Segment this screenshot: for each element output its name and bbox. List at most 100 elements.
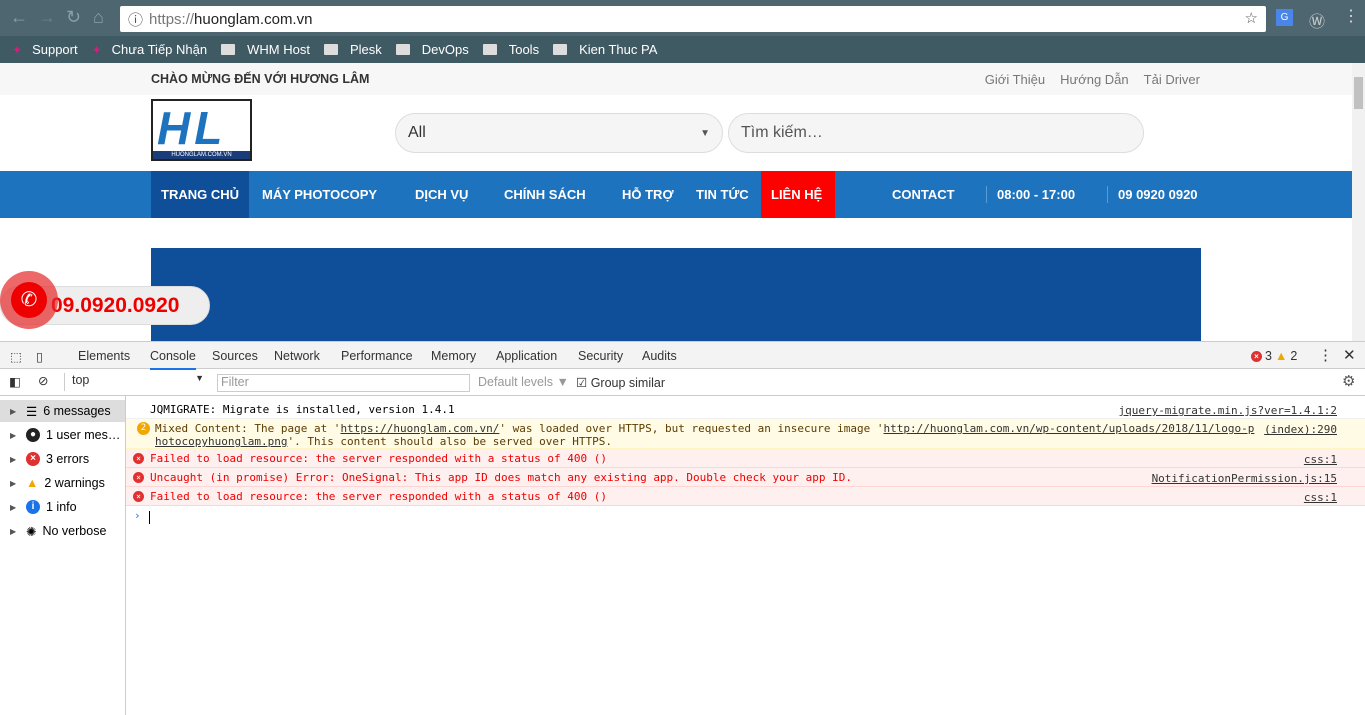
main-menu: TRANG CHỦ MÁY PHOTOCOPY DỊCH VỤ CHÍNH SÁ… — [0, 171, 1352, 218]
tab-network[interactable]: Network — [274, 349, 320, 363]
menu-trang-chu[interactable]: TRANG CHỦ — [151, 171, 249, 218]
back-icon[interactable]: ← — [10, 7, 28, 28]
search-input[interactable]: Tìm kiếm… — [728, 113, 1144, 153]
site-logo[interactable]: HL HUONGLAM.COM.VN — [151, 99, 252, 161]
chevron-down-icon: ▼ — [195, 373, 204, 383]
web-page: CHÀO MỪNG ĐẾN VỚI HƯƠNG LÂM Giới Thiệu H… — [0, 63, 1352, 341]
sidebar-item-messages[interactable]: ▶ ☰ 6 messages — [0, 400, 125, 422]
user-icon: ● — [26, 428, 40, 442]
phone-icon: ✆ — [11, 282, 47, 318]
error-icon: × — [133, 472, 144, 483]
address-bar[interactable]: ⓘ https://huonglam.com.vn ☆ — [120, 6, 1266, 32]
image-link[interactable]: http://huonglam.com.vn/wp-content/upload… — [884, 422, 1255, 435]
folder-icon — [395, 44, 410, 55]
console-sidebar: ▶ ☰ 6 messages ▶ ● 1 user mes… ▶ × 3 errors ▶ ▲… — [0, 396, 126, 715]
image-link-continued[interactable]: hotocopyhuonglam.png — [155, 435, 287, 448]
bookmark-devops[interactable]: DevOps — [395, 42, 469, 57]
bookmark-tools[interactable]: Tools — [482, 42, 539, 57]
folder-icon — [482, 44, 497, 55]
console-prompt[interactable]: › — [126, 506, 1365, 715]
device-toggle-icon[interactable]: ▯ — [36, 349, 43, 364]
tab-memory[interactable]: Memory — [431, 349, 476, 363]
console-error-message: × Uncaught (in promise) Error: OneSignal:… — [126, 468, 1365, 487]
support-icon: ✦ — [12, 42, 23, 57]
tab-security[interactable]: Security — [578, 349, 623, 363]
devtools-panel: ⬚ ▯ Elements Console Sources Network Per… — [0, 341, 1365, 715]
context-select[interactable]: top ▼ — [64, 373, 204, 391]
chevron-down-icon: ▼ — [700, 127, 710, 139]
sidebar-item-warnings[interactable]: ▶ ▲ 2 warnings — [0, 472, 125, 494]
sidebar-item-user-messages[interactable]: ▶ ● 1 user mes… — [0, 424, 125, 446]
tab-application[interactable]: Application — [496, 349, 557, 363]
warning-count-badge: 2 — [137, 422, 150, 435]
tab-performance[interactable]: Performance — [341, 349, 413, 363]
menu-phone[interactable]: 09 0920 0920 — [1107, 186, 1208, 203]
source-link[interactable]: (index):290 — [1264, 423, 1337, 436]
bookmark-star-icon[interactable]: ☆ — [1245, 9, 1258, 27]
menu-ho-tro[interactable]: HỖ TRỢ — [612, 171, 684, 218]
list-icon: ☰ — [26, 404, 38, 419]
source-link[interactable]: NotificationPermission.js:15 — [1152, 472, 1337, 485]
error-icon: × — [133, 491, 144, 502]
forward-icon[interactable]: → — [38, 7, 56, 28]
group-similar-checkbox[interactable]: ☑ Group similar — [576, 375, 665, 390]
source-link[interactable]: jquery-migrate.min.js?ver=1.4.1:2 — [1118, 404, 1337, 417]
bookmark-support[interactable]: ✦ Support — [12, 42, 78, 57]
tab-audits[interactable]: Audits — [642, 349, 677, 363]
category-select[interactable]: All ▼ — [395, 113, 723, 153]
inspect-icon[interactable]: ⬚ — [10, 349, 22, 364]
link-gioi-thieu[interactable]: Giới Thiệu — [985, 72, 1045, 87]
source-link[interactable]: css:1 — [1304, 491, 1337, 504]
menu-tin-tuc[interactable]: TIN TỨC — [686, 171, 759, 218]
console-messages: JQMIGRATE: Migrate is installed, version… — [126, 396, 1365, 715]
welcome-text: CHÀO MỪNG ĐẾN VỚI HƯƠNG LÂM — [151, 72, 370, 86]
banner — [151, 248, 1201, 341]
translate-extension-icon[interactable]: G — [1276, 9, 1293, 26]
page-link[interactable]: https://huonglam.com.vn/ — [340, 422, 499, 435]
clear-console-icon[interactable]: ⊘ — [38, 373, 48, 388]
bug-icon: ✺ — [26, 524, 37, 539]
menu-chinh-sach[interactable]: CHÍNH SÁCH — [494, 171, 596, 218]
link-tai-driver[interactable]: Tải Driver — [1144, 72, 1200, 87]
browser-toolbar: ← → ↻ ⌂ ⓘ https://huonglam.com.vn ☆ G Ⓦ … — [0, 0, 1365, 36]
bookmark-whm-host[interactable]: WHM Host — [221, 42, 310, 57]
tab-elements[interactable]: Elements — [78, 349, 130, 363]
folder-icon — [323, 44, 338, 55]
home-icon[interactable]: ⌂ — [93, 7, 104, 28]
menu-hours: 08:00 - 17:00 — [986, 186, 1085, 203]
scrollbar-thumb[interactable] — [1354, 77, 1363, 109]
sidebar-item-info[interactable]: ▶ i 1 info — [0, 496, 125, 518]
bookmark-plesk[interactable]: Plesk — [323, 42, 382, 57]
menu-icon[interactable]: ⋮ — [1343, 6, 1359, 26]
folder-icon — [553, 44, 568, 55]
menu-dich-vu[interactable]: DỊCH VỤ — [405, 171, 478, 218]
reload-icon[interactable]: ↻ — [66, 7, 81, 28]
page-scrollbar[interactable] — [1352, 63, 1365, 341]
bookmark-chua-tiep-nhan[interactable]: ✦ Chưa Tiếp Nhận — [92, 42, 208, 57]
wordpress-extension-icon[interactable]: Ⓦ — [1309, 8, 1325, 32]
menu-may-photocopy[interactable]: MÁY PHOTOCOPY — [252, 171, 387, 218]
error-icon: × — [26, 452, 40, 466]
close-icon[interactable]: ✕ — [1343, 346, 1356, 364]
issue-counter[interactable]: × 3 ▲ 2 — [1251, 349, 1297, 363]
text-cursor — [149, 511, 150, 524]
hotline-circle[interactable]: ✆ — [0, 271, 58, 329]
filter-input[interactable]: Filter — [217, 374, 470, 392]
sidebar-toggle-icon[interactable]: ◧ — [9, 374, 21, 389]
bookmark-kien-thuc-pa[interactable]: Kien Thuc PA — [553, 42, 657, 57]
error-icon: × — [133, 453, 144, 464]
link-huong-dan[interactable]: Hướng Dẫn — [1060, 72, 1129, 87]
sidebar-item-errors[interactable]: ▶ × 3 errors — [0, 448, 125, 470]
tab-sources[interactable]: Sources — [212, 349, 258, 363]
sidebar-item-verbose[interactable]: ▶ ✺ No verbose — [0, 520, 125, 542]
log-levels-select[interactable]: Default levels ▼ — [478, 375, 569, 389]
more-options-icon[interactable]: ⋮ — [1318, 346, 1333, 364]
gear-icon[interactable]: ⚙ — [1342, 372, 1355, 390]
tab-console[interactable]: Console — [150, 349, 196, 370]
devtools-tabs: ⬚ ▯ Elements Console Sources Network Per… — [0, 342, 1365, 370]
menu-lien-he[interactable]: LIÊN HỆ — [761, 171, 835, 218]
info-icon: ⓘ — [128, 11, 144, 29]
source-link[interactable]: css:1 — [1304, 453, 1337, 466]
menu-contact[interactable]: CONTACT — [882, 171, 965, 218]
console-error-message: × Failed to load resource: the server res… — [126, 487, 1365, 506]
